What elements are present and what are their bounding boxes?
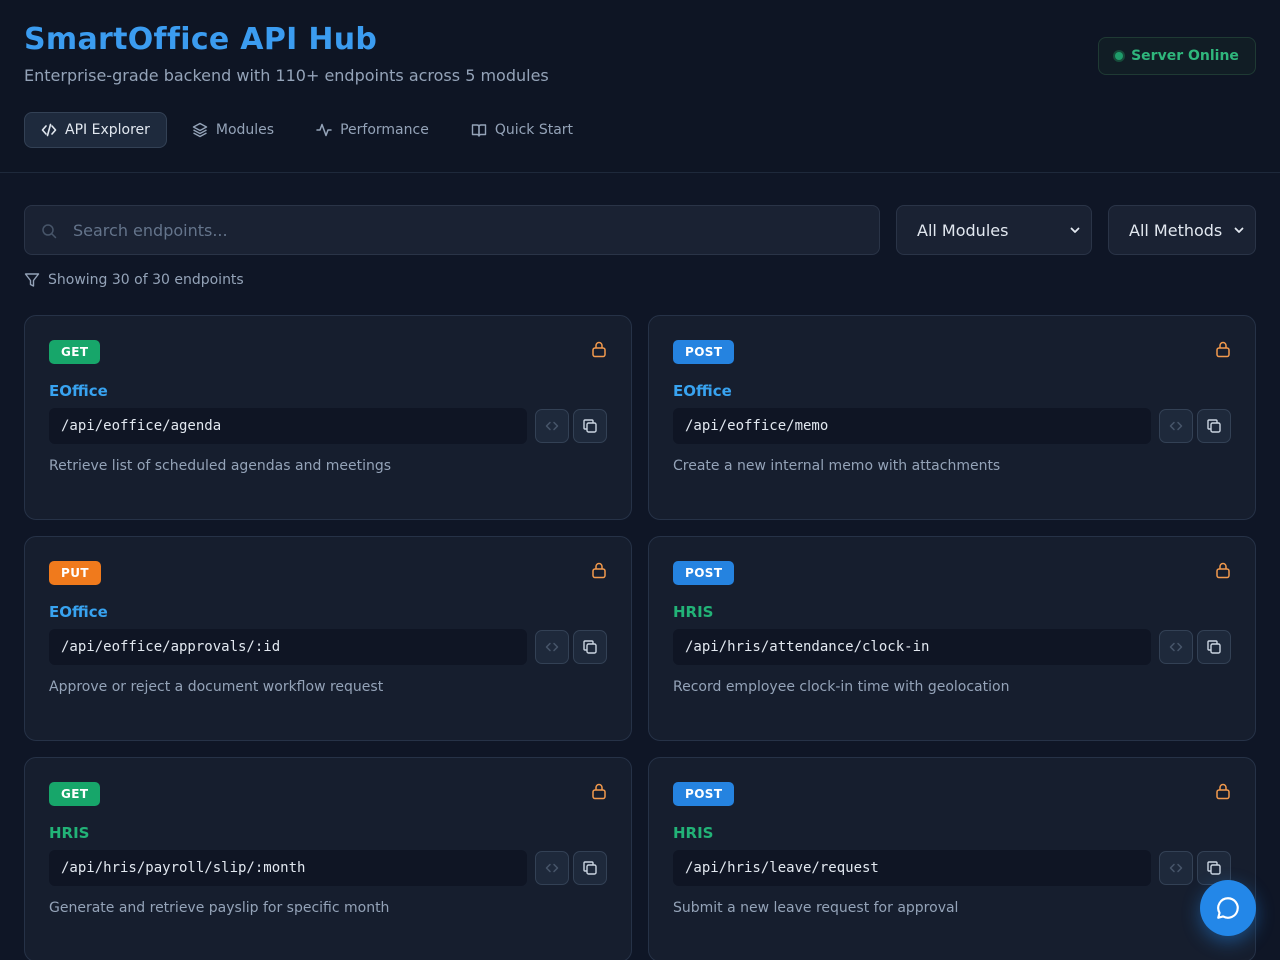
endpoint-card: POST HRIS /api/hris/attendance/clock-in … — [648, 536, 1256, 741]
search-input[interactable] — [73, 206, 873, 254]
lock-icon — [1216, 341, 1230, 358]
endpoint-path: /api/hris/attendance/clock-in — [673, 629, 1151, 665]
tab-label: Quick Start — [494, 122, 574, 138]
method-badge: POST — [673, 340, 735, 364]
chat-bubble-icon — [1217, 897, 1239, 919]
module-select-value: All Modules — [917, 220, 1009, 240]
lock-icon — [1216, 783, 1230, 800]
endpoint-path: /api/eoffice/memo — [673, 408, 1151, 444]
method-badge: POST — [673, 782, 735, 806]
tab-performance[interactable]: Performance — [299, 112, 446, 148]
copy-icon — [1207, 861, 1221, 875]
copy-icon — [1207, 419, 1221, 433]
method-badge: GET — [49, 782, 101, 806]
method-badge: GET — [49, 340, 101, 364]
lock-icon — [592, 783, 606, 800]
page-subtitle: Enterprise-grade backend with 110+ endpo… — [24, 66, 549, 85]
endpoint-description: Submit a new leave request for approval — [673, 900, 959, 916]
copy-button[interactable] — [1197, 630, 1231, 664]
module-label: HRIS — [673, 603, 714, 621]
code-icon — [545, 642, 559, 652]
filter-icon — [24, 273, 40, 287]
method-badge: PUT — [49, 561, 101, 585]
endpoint-description: Generate and retrieve payslip for specif… — [49, 900, 390, 916]
lock-icon — [592, 341, 606, 358]
code-icon — [1169, 421, 1183, 431]
search-box — [24, 205, 880, 255]
lock-icon — [1216, 562, 1230, 579]
tab-modules[interactable]: Modules — [175, 112, 291, 148]
layers-icon — [192, 122, 208, 138]
tab-label: API Explorer — [65, 122, 150, 138]
endpoint-card: GET EOffice /api/eoffice/agenda Retrieve… — [24, 315, 632, 520]
code-icon — [545, 863, 559, 873]
status-dot-icon — [1115, 52, 1124, 60]
endpoint-card: GET HRIS /api/hris/payroll/slip/:month G… — [24, 757, 632, 960]
view-code-button[interactable] — [1159, 851, 1193, 885]
server-status-badge: Server Online — [1098, 37, 1256, 75]
endpoint-path: /api/eoffice/agenda — [49, 408, 527, 444]
tab-quick-start[interactable]: Quick Start — [454, 112, 590, 148]
endpoint-card: POST HRIS /api/hris/leave/request Submit… — [648, 757, 1256, 960]
book-icon — [471, 124, 487, 137]
endpoint-description: Create a new internal memo with attachme… — [673, 458, 1001, 474]
app-header: SmartOffice API Hub Enterprise-grade bac… — [0, 0, 1280, 173]
endpoint-path: /api/eoffice/approvals/:id — [49, 629, 527, 665]
endpoint-path: /api/hris/payroll/slip/:month — [49, 850, 527, 886]
chat-button[interactable] — [1200, 880, 1256, 936]
search-icon — [42, 224, 57, 239]
copy-button[interactable] — [573, 409, 607, 443]
endpoint-count: Showing 30 of 30 endpoints — [24, 272, 244, 288]
code-icon — [545, 421, 559, 431]
copy-button[interactable] — [573, 851, 607, 885]
copy-icon — [583, 861, 597, 875]
view-code-button[interactable] — [535, 851, 569, 885]
tab-label: Modules — [215, 122, 275, 138]
endpoint-description: Retrieve list of scheduled agendas and m… — [49, 458, 392, 474]
code-icon — [1169, 642, 1183, 652]
lock-icon — [592, 562, 606, 579]
server-status-label: Server Online — [1131, 48, 1239, 64]
code-icon — [41, 123, 57, 137]
tab-api-explorer[interactable]: API Explorer — [24, 112, 167, 148]
copy-icon — [583, 640, 597, 654]
chevron-down-icon — [1070, 227, 1080, 233]
page-title: SmartOffice API Hub — [24, 22, 378, 57]
view-code-button[interactable] — [1159, 409, 1193, 443]
endpoint-card: POST EOffice /api/eoffice/memo Create a … — [648, 315, 1256, 520]
method-badge: POST — [673, 561, 735, 585]
copy-button[interactable] — [573, 630, 607, 664]
endpoint-description: Approve or reject a document workflow re… — [49, 679, 384, 695]
module-label: EOffice — [49, 603, 108, 621]
code-icon — [1169, 863, 1183, 873]
chevron-down-icon — [1234, 227, 1244, 233]
endpoint-path: /api/hris/leave/request — [673, 850, 1151, 886]
view-code-button[interactable] — [535, 630, 569, 664]
module-label: EOffice — [49, 382, 108, 400]
main-tabs: API Explorer Modules Performance Quick S… — [24, 112, 590, 148]
activity-icon — [316, 123, 332, 137]
method-select[interactable]: All Methods — [1108, 205, 1256, 255]
endpoint-count-label: Showing 30 of 30 endpoints — [48, 272, 244, 288]
copy-button[interactable] — [1197, 409, 1231, 443]
module-select[interactable]: All Modules — [896, 205, 1092, 255]
copy-icon — [1207, 640, 1221, 654]
view-code-button[interactable] — [1159, 630, 1193, 664]
tab-label: Performance — [340, 122, 429, 138]
copy-icon — [583, 419, 597, 433]
method-select-value: All Methods — [1129, 220, 1223, 240]
endpoint-card: PUT EOffice /api/eoffice/approvals/:id A… — [24, 536, 632, 741]
view-code-button[interactable] — [535, 409, 569, 443]
module-label: HRIS — [49, 824, 90, 842]
module-label: HRIS — [673, 824, 714, 842]
module-label: EOffice — [673, 382, 732, 400]
endpoint-description: Record employee clock-in time with geolo… — [673, 679, 1010, 695]
